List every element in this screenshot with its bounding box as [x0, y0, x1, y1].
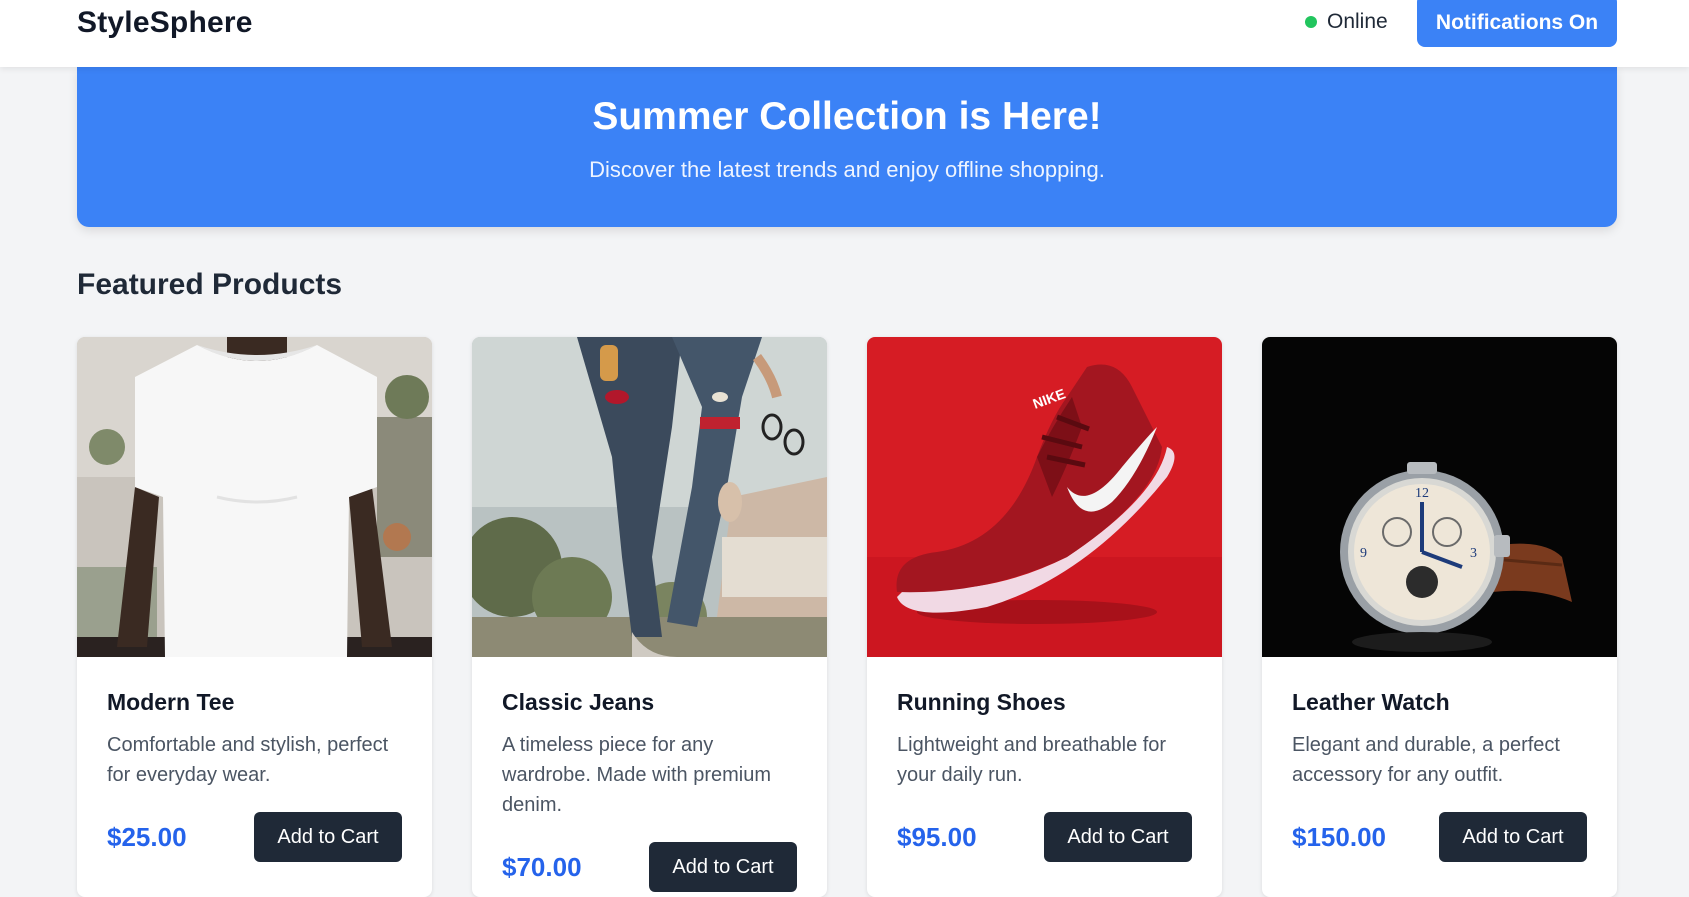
- add-to-cart-button[interactable]: Add to Cart: [254, 812, 402, 862]
- add-to-cart-button[interactable]: Add to Cart: [1044, 812, 1192, 862]
- svg-text:3: 3: [1470, 546, 1477, 561]
- product-grid: Modern Tee Comfortable and stylish, perf…: [77, 337, 1617, 897]
- product-name: Classic Jeans: [502, 689, 655, 715]
- product-card-body: Running Shoes Lightweight and breathable…: [867, 657, 1222, 862]
- product-card-body: Modern Tee Comfortable and stylish, perf…: [77, 657, 432, 862]
- notifications-toggle-button[interactable]: Notifications On: [1417, 0, 1617, 47]
- product-footer: $25.00 Add to Cart: [107, 812, 402, 862]
- product-card: NIKE Running Shoes Lightweight and breat…: [867, 337, 1222, 897]
- product-card-body: Leather Watch Elegant and durable, a per…: [1262, 657, 1617, 862]
- connection-status: Online: [1305, 10, 1388, 34]
- product-card: Modern Tee Comfortable and stylish, perf…: [77, 337, 432, 897]
- add-to-cart-button[interactable]: Add to Cart: [649, 842, 797, 892]
- hero-subtitle: Discover the latest trends and enjoy off…: [589, 157, 1105, 182]
- product-card: Classic Jeans A timeless piece for any w…: [472, 337, 827, 897]
- online-status-dot-icon: [1305, 16, 1317, 28]
- hero-title: Summer Collection is Here!: [592, 95, 1102, 138]
- svg-text:9: 9: [1360, 546, 1367, 561]
- product-price: $95.00: [897, 821, 977, 852]
- hero-banner: Summer Collection is Here! Discover the …: [77, 67, 1617, 227]
- product-price: $25.00: [107, 821, 187, 852]
- brand-logo[interactable]: StyleSphere: [77, 6, 253, 40]
- product-name: Leather Watch: [1292, 689, 1450, 715]
- product-card: 12 3 9 Leather Watch Elegant and durable…: [1262, 337, 1617, 897]
- product-image-shoes[interactable]: NIKE: [867, 337, 1222, 657]
- product-price: $150.00: [1292, 821, 1386, 852]
- product-description: Lightweight and breathable for your dail…: [897, 734, 1167, 786]
- product-description: Elegant and durable, a perfect accessory…: [1292, 734, 1560, 786]
- top-header: StyleSphere Online Notifications On: [0, 0, 1689, 67]
- product-name: Running Shoes: [897, 689, 1066, 715]
- product-footer: $150.00 Add to Cart: [1292, 812, 1587, 862]
- product-description: Comfortable and stylish, perfect for eve…: [107, 734, 389, 786]
- product-footer: $70.00 Add to Cart: [502, 842, 797, 892]
- product-card-body: Classic Jeans A timeless piece for any w…: [472, 657, 827, 892]
- product-footer: $95.00 Add to Cart: [897, 812, 1192, 862]
- product-name: Modern Tee: [107, 689, 235, 715]
- featured-products-title: Featured Products: [77, 268, 343, 301]
- product-image-tee[interactable]: [77, 337, 432, 657]
- product-description: A timeless piece for any wardrobe. Made …: [502, 734, 771, 816]
- product-image-jeans[interactable]: [472, 337, 827, 657]
- status-label: Online: [1327, 10, 1388, 33]
- product-image-watch[interactable]: 12 3 9: [1262, 337, 1617, 657]
- add-to-cart-button[interactable]: Add to Cart: [1439, 812, 1587, 862]
- svg-text:12: 12: [1415, 486, 1429, 501]
